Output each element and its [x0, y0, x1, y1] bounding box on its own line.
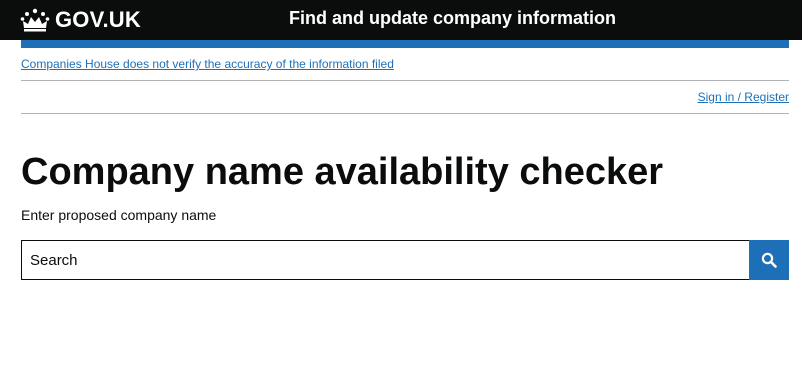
sign-in-register-link[interactable]: Sign in / Register: [698, 90, 789, 104]
page-title: Company name availability checker: [21, 151, 664, 193]
crown-icon: [20, 8, 50, 32]
disclaimer-link[interactable]: Companies House does not verify the accu…: [21, 57, 394, 71]
govuk-logo-link[interactable]: GOV.UK: [20, 6, 141, 34]
site-header: GOV.UK Find and update company informati…: [0, 0, 802, 40]
search-icon: [761, 252, 777, 268]
divider: [21, 113, 789, 114]
service-name-link[interactable]: Find and update company information: [289, 8, 616, 29]
company-name-search-input[interactable]: [21, 240, 749, 280]
search-hint-label: Enter proposed company name: [21, 207, 217, 223]
company-name-search-form: [21, 240, 789, 280]
divider: [21, 80, 789, 81]
govuk-logo-text: GOV.UK: [55, 7, 141, 32]
search-button[interactable]: [749, 240, 789, 280]
header-accent-bar: [21, 40, 789, 48]
